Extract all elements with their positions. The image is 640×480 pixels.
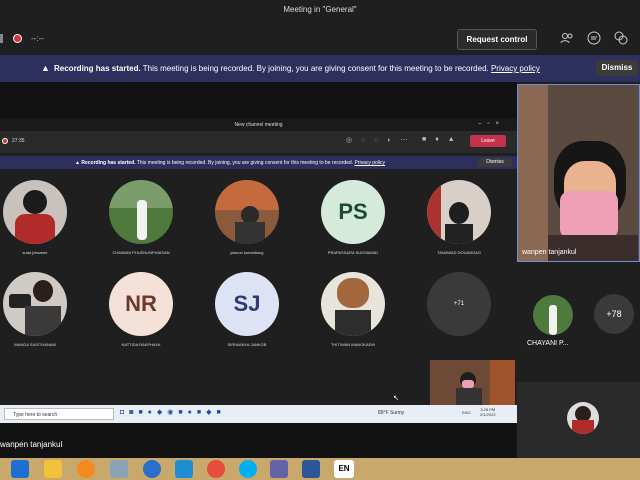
- teams-icon[interactable]: [270, 460, 288, 478]
- file-explorer-icon[interactable]: [44, 460, 62, 478]
- recording-banner: ▲ Recording has started. This meeting is…: [0, 55, 640, 82]
- reactions-icon[interactable]: [613, 31, 629, 45]
- taskbar: EN: [0, 458, 640, 480]
- self-video: wanpen tanjankul: [517, 84, 640, 262]
- clock-date: 2/1/2022: [480, 412, 496, 417]
- participant-tile: SJ SIRIWANYA JANKOB: [213, 272, 281, 347]
- shared-recording-banner: ▲ Recording has started. This meeting is…: [0, 156, 517, 169]
- shared-toolbar: 27:35 ◎◌◌◐⋯ ■♦▲ Leave: [0, 131, 517, 153]
- title-bar: Meeting in "General": [0, 0, 640, 22]
- participant-tile: NR NATTIDA RAKPHAYA: [107, 272, 175, 347]
- more-participants-button[interactable]: +78: [594, 294, 634, 334]
- privacy-policy-link[interactable]: Privacy policy: [491, 64, 540, 73]
- participant-tile: WANDA SASITHANAM: [1, 272, 69, 347]
- participant-name: CHAYANI P...: [527, 340, 569, 347]
- avatar-initials: SJ: [215, 272, 279, 336]
- leave-button: Leave: [470, 135, 506, 147]
- window-controls-icon: –▫×: [478, 121, 505, 127]
- shared-banner-text: ▲ Recording has started. This meeting is…: [75, 160, 386, 166]
- window-title: Meeting in "General": [283, 5, 357, 14]
- participant-name: jaturon kumatitong: [230, 250, 264, 255]
- language-indicator[interactable]: EN: [334, 460, 354, 478]
- avatar-initials: PS: [321, 180, 385, 244]
- shared-timer: 27:35: [12, 138, 25, 144]
- participant-name: SIRIWANYA JANKOB: [227, 342, 267, 347]
- participant-name: suda jeksaree: [22, 250, 48, 255]
- shared-dismiss-button: Dismiss: [478, 158, 512, 167]
- avatar: [3, 180, 67, 244]
- participant-tile: THITIWAN MANGKAEW: [319, 272, 387, 347]
- participant-name: NATTIDA RAKPHAYA: [121, 342, 161, 347]
- media-icon[interactable]: [175, 460, 193, 478]
- participant-tile: jaturon kumatitong: [213, 180, 281, 255]
- meeting-toolbar: --:-- Request control: [0, 22, 640, 54]
- avatar: [215, 180, 279, 244]
- cursor-icon: ↖: [393, 395, 399, 402]
- participant-tile: CHAWANI PHUENUNPHAISAN: [107, 180, 175, 255]
- avatar: [427, 180, 491, 244]
- chrome-icon[interactable]: [207, 460, 225, 478]
- shared-search-box: Type here to search: [4, 408, 114, 420]
- app-icon[interactable]: [77, 460, 95, 478]
- participant-avatar: [533, 295, 573, 335]
- request-control-button[interactable]: Request control: [457, 29, 537, 50]
- shared-recording-icon: [2, 138, 8, 144]
- shared-banner-bold: Recording has started.: [81, 160, 136, 166]
- participant-name: TANAWAD DOUANGAO: [437, 250, 481, 255]
- chat-icon[interactable]: [586, 31, 602, 45]
- avatar: [321, 272, 385, 336]
- skype-icon[interactable]: [239, 460, 257, 478]
- meeting-timer: --:--: [31, 34, 44, 43]
- globe-icon[interactable]: [143, 460, 161, 478]
- recording-indicator-icon: [13, 34, 22, 43]
- shared-privacy-link: Privacy policy: [354, 160, 386, 166]
- presenter-name: wanpen tanjankul: [0, 440, 63, 449]
- participant-tile: suda jeksaree: [1, 180, 69, 255]
- participant-name: THITIWAN MANGKAEW: [330, 342, 376, 347]
- more-participants-tile: +71: [425, 272, 493, 336]
- participant-name: CHAWANI PHUENUNPHAISAN: [112, 250, 170, 255]
- participant-tile: TANAWAD DOUANGAO: [425, 180, 493, 255]
- edge-icon: [0, 34, 3, 43]
- shared-screen: New channel meeting –▫× 27:35 ◎◌◌◐⋯ ■♦▲ …: [0, 118, 517, 423]
- tool-icon[interactable]: [110, 460, 128, 478]
- clock: 3:28 PM 2/1/2022: [480, 407, 496, 417]
- warning-icon: ▲: [41, 63, 50, 73]
- shared-av-icons: ■♦▲: [422, 136, 464, 143]
- banner-text: Recording has started. This meeting is b…: [54, 64, 540, 73]
- participant-tile: PS PRAPASSARA SUDSAMAD: [319, 180, 387, 255]
- shared-taskbar-icons: ◘◙■●◆◉■●■◆■: [120, 409, 226, 416]
- self-view-name: wanpen tanjankul: [522, 249, 577, 256]
- dismiss-button[interactable]: Dismiss: [596, 60, 638, 76]
- shared-banner-body: This meeting is being recorded. By joini…: [135, 160, 354, 166]
- start-icon[interactable]: [11, 460, 29, 478]
- shared-title-bar: New channel meeting –▫×: [0, 118, 517, 131]
- participant-video: [517, 382, 640, 458]
- banner-bold: Recording has started.: [54, 64, 141, 73]
- shared-title: New channel meeting: [234, 122, 283, 128]
- participant-name: WANDA SASITHANAM: [14, 342, 56, 347]
- shared-taskbar: Type here to search ◘◙■●◆◉■●■◆■ 89°F Sun…: [0, 405, 517, 423]
- avatar: [109, 180, 173, 244]
- lang-indicator: ENG: [462, 410, 471, 415]
- more-participants-count: +71: [427, 272, 491, 336]
- avatar: [3, 272, 67, 336]
- participant-name: PRAPASSARA SUDSAMAD: [327, 250, 379, 255]
- shared-toolbar-icons: ◎◌◌◐⋯: [346, 137, 417, 144]
- shared-self-video: [430, 360, 515, 405]
- avatar-initials: NR: [109, 272, 173, 336]
- word-icon[interactable]: [302, 460, 320, 478]
- participants-icon[interactable]: [559, 32, 575, 46]
- weather-text: 89°F Sunny: [378, 410, 405, 416]
- banner-body: This meeting is being recorded. By joini…: [140, 64, 489, 73]
